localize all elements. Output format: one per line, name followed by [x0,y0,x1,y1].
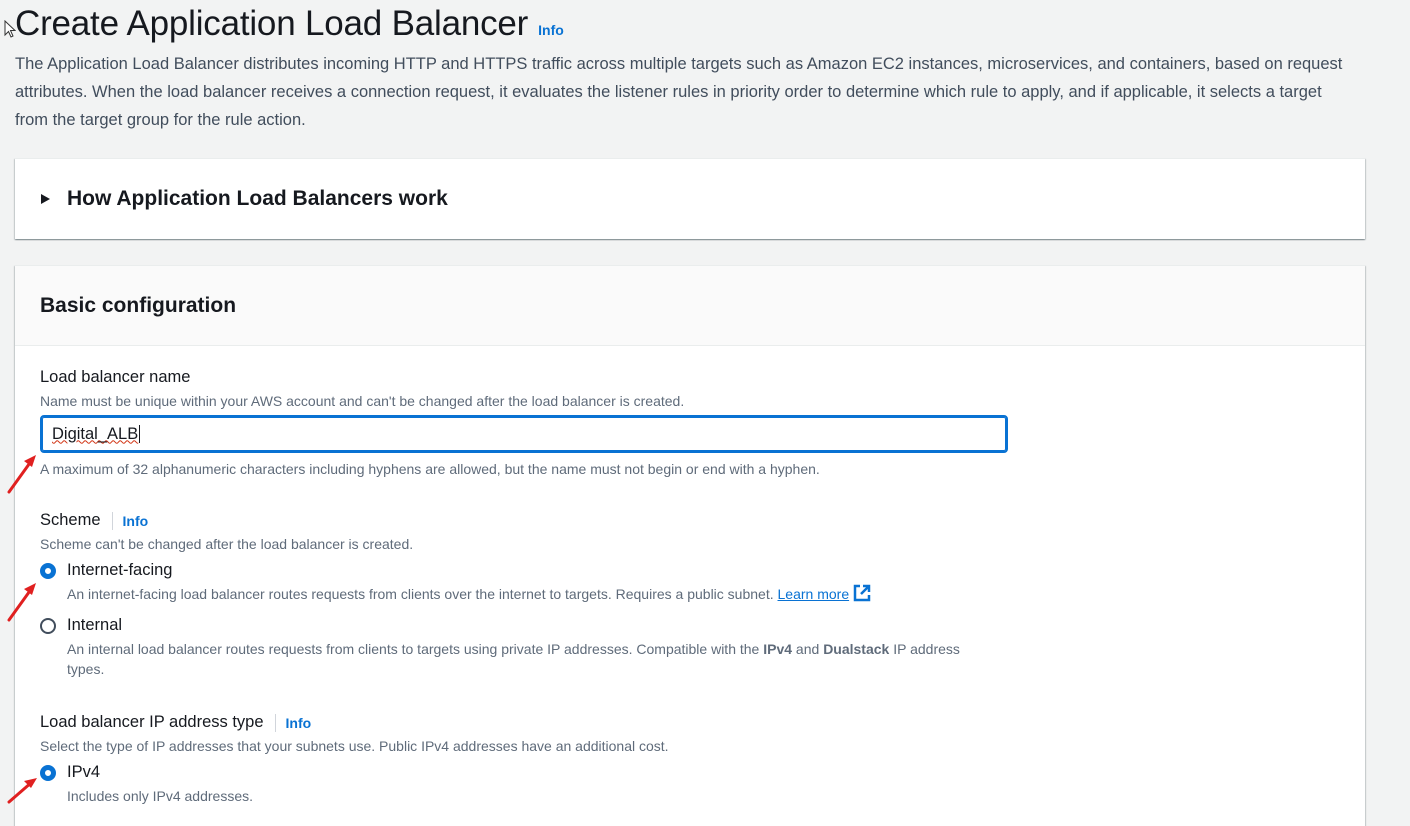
annotation-arrow-icon [7,455,36,494]
ip-address-type-label: Load balancer IP address type [40,713,264,731]
label-separator [111,511,113,530]
scheme-option-internal[interactable]: Internal An internal load balancer route… [40,616,1067,679]
ipv4-label: IPv4 [67,763,101,781]
external-link-icon[interactable] [853,584,871,602]
ip-address-type-field: Load balancer IP address type Info Selec… [40,713,997,806]
scheme-info-link[interactable]: Info [123,513,149,529]
load-balancer-name-value: Digital_ALB [52,424,139,443]
ip-address-type-info-link[interactable]: Info [286,715,312,731]
label-separator [274,713,276,732]
radio-selected-icon[interactable] [40,765,56,781]
title-row: Create Application Load Balancer Info [15,4,1365,44]
ip-address-type-hint: Select the type of IP addresses that you… [40,738,669,754]
scheme-field: Scheme Info Scheme can't be changed afte… [40,511,1067,679]
load-balancer-name-field: Load balancer name Name must be unique w… [40,368,1008,477]
radio-selected-icon[interactable] [40,563,56,579]
internal-description: An internal load balancer routes request… [67,641,960,677]
learn-more-link[interactable]: Learn more [778,586,850,602]
load-balancer-name-label: Load balancer name [40,368,191,386]
load-balancer-name-constraint: A maximum of 32 alphanumeric characters … [40,461,820,477]
page-description: The Application Load Balancer distribute… [15,55,1343,129]
page-title: Create Application Load Balancer [15,4,529,43]
annotation-arrow-icon [7,778,37,804]
internet-facing-description: An internet-facing load balancer routes … [67,584,1067,604]
scheme-label-row: Scheme Info [40,511,1067,530]
basic-configuration-title: Basic configuration [40,293,237,317]
radio-unselected-icon[interactable] [40,618,56,634]
basic-configuration-panel: Basic configuration Load balancer name N… [15,265,1365,826]
ip-type-option-ipv4[interactable]: IPv4 Includes only IPv4 addresses. [40,763,997,806]
scheme-label: Scheme [40,511,101,529]
basic-configuration-header: Basic configuration [15,266,1365,346]
scheme-hint: Scheme can't be changed after the load b… [40,536,414,552]
ip-address-type-label-row: Load balancer IP address type Info [40,713,997,732]
load-balancer-name-hint: Name must be unique within your AWS acco… [40,393,685,409]
how-it-works-expander[interactable]: How Application Load Balancers work [15,158,1365,239]
load-balancer-name-input[interactable]: Digital_ALB [40,415,1008,453]
scheme-option-internet-facing[interactable]: Internet-facing An internet-facing load … [40,561,1067,604]
ipv4-description: Includes only IPv4 addresses. [67,788,253,804]
title-info-link[interactable]: Info [538,22,564,38]
internal-label: Internal [67,616,123,634]
page: Create Application Load Balancer Info Th… [15,0,1365,826]
annotation-arrow-icon [7,583,36,622]
caret-right-icon [41,194,50,204]
text-caret [139,425,141,443]
expander-title: How Application Load Balancers work [67,187,448,210]
internet-facing-label: Internet-facing [67,561,173,579]
